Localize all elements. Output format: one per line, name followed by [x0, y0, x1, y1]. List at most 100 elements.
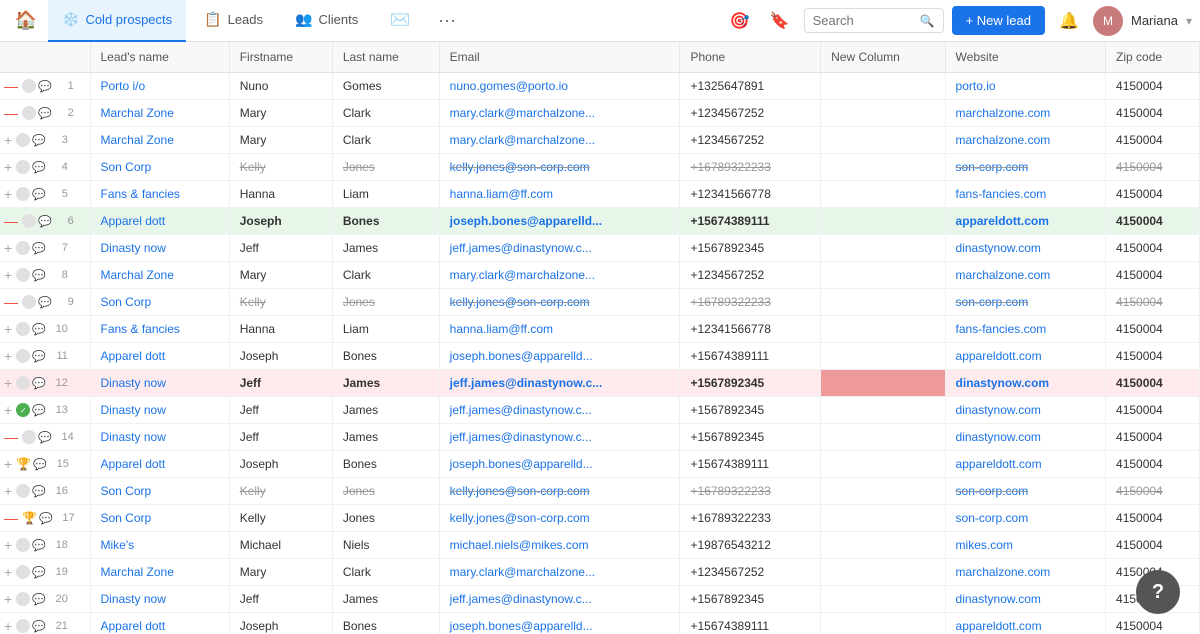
add-icon[interactable]: + — [4, 321, 12, 337]
email-link[interactable]: joseph.bones@apparelld... — [450, 214, 602, 228]
lead-name-link[interactable]: Dinasty now — [101, 241, 166, 255]
website-link[interactable]: appareldott.com — [956, 349, 1042, 363]
lead-name-link[interactable]: Porto i/o — [101, 79, 146, 93]
website-link[interactable]: marchalzone.com — [956, 565, 1051, 579]
home-button[interactable]: 🏠 — [8, 3, 44, 39]
lead-name-link[interactable]: Apparel dott — [101, 214, 166, 228]
email-link[interactable]: michael.niels@mikes.com — [450, 538, 589, 552]
remove-icon[interactable]: — — [4, 213, 18, 229]
chat-icon-inactive[interactable]: 💬 — [32, 593, 46, 606]
add-icon[interactable]: + — [4, 267, 12, 283]
chat-icon[interactable]: 💬 — [32, 323, 46, 336]
new-lead-button[interactable]: + New lead — [952, 6, 1045, 35]
col-website[interactable]: Website — [945, 42, 1105, 73]
website-link[interactable]: dinastynow.com — [956, 592, 1041, 606]
lead-name-link[interactable]: Mike's — [101, 538, 135, 552]
email-link[interactable]: jeff.james@dinastynow.c... — [450, 376, 603, 390]
add-icon[interactable]: + — [4, 348, 12, 364]
chat-icon[interactable]: 💬 — [39, 512, 53, 525]
lead-name-link[interactable]: Fans & fancies — [101, 322, 180, 336]
col-new-column[interactable]: New Column — [821, 42, 945, 73]
email-link[interactable]: mary.clark@marchalzone... — [450, 565, 595, 579]
lead-name-link[interactable]: Marchal Zone — [101, 133, 174, 147]
help-button[interactable]: ? — [1136, 570, 1180, 614]
remove-icon[interactable]: — — [4, 294, 18, 310]
email-link[interactable]: kelly.jones@son-corp.com — [450, 484, 590, 498]
user-name[interactable]: Mariana — [1131, 13, 1178, 28]
email-link[interactable]: mary.clark@marchalzone... — [450, 133, 595, 147]
remove-icon[interactable]: — — [4, 510, 18, 526]
website-link[interactable]: son-corp.com — [956, 160, 1029, 174]
email-link[interactable]: jeff.james@dinastynow.c... — [450, 592, 592, 606]
chat-icon-inactive[interactable]: 💬 — [32, 350, 46, 363]
chat-icon-inactive[interactable]: 💬 — [32, 620, 46, 633]
chat-icon-inactive[interactable]: 💬 — [32, 161, 46, 174]
add-icon[interactable]: + — [4, 375, 12, 391]
col-firstname[interactable]: Firstname — [229, 42, 332, 73]
website-link[interactable]: son-corp.com — [956, 511, 1029, 525]
bookmark-icon-button[interactable]: 🔖 — [764, 5, 796, 37]
website-link[interactable]: appareldott.com — [956, 619, 1042, 633]
email-link[interactable]: hanna.liam@ff.com — [450, 322, 553, 336]
email-link[interactable]: jeff.james@dinastynow.c... — [450, 430, 592, 444]
search-box[interactable]: 🔍 — [804, 8, 944, 33]
email-link[interactable]: mary.clark@marchalzone... — [450, 268, 595, 282]
lead-name-link[interactable]: Apparel dott — [101, 457, 166, 471]
lead-name-link[interactable]: Marchal Zone — [101, 106, 174, 120]
email-link[interactable]: kelly.jones@son-corp.com — [450, 295, 590, 309]
add-icon[interactable]: + — [4, 159, 12, 175]
chat-icon-inactive[interactable]: 💬 — [38, 215, 52, 228]
add-icon[interactable]: + — [4, 402, 12, 418]
email-link[interactable]: joseph.bones@apparelld... — [450, 457, 593, 471]
remove-icon[interactable]: — — [4, 429, 18, 445]
chat-icon-inactive[interactable]: 💬 — [38, 296, 52, 309]
add-icon[interactable]: + — [4, 537, 12, 553]
remove-icon[interactable]: — — [4, 78, 18, 94]
lead-name-link[interactable]: Dinasty now — [101, 430, 166, 444]
add-icon[interactable]: + — [4, 456, 12, 472]
user-avatar[interactable]: M — [1093, 6, 1123, 36]
notification-bell-button[interactable]: 🔔 — [1053, 5, 1085, 37]
website-link[interactable]: dinastynow.com — [956, 403, 1041, 417]
website-link[interactable]: marchalzone.com — [956, 133, 1051, 147]
tab-clients[interactable]: 👥 Clients — [281, 0, 372, 42]
lead-name-link[interactable]: Son Corp — [101, 484, 152, 498]
target-icon-button[interactable]: 🎯 — [724, 5, 756, 37]
email-link[interactable]: jeff.james@dinastynow.c... — [450, 241, 592, 255]
lead-name-link[interactable]: Dinasty now — [101, 376, 166, 390]
col-lead-name[interactable]: Lead's name — [90, 42, 229, 73]
lead-name-link[interactable]: Apparel dott — [101, 349, 166, 363]
website-link[interactable]: dinastynow.com — [956, 430, 1041, 444]
chat-icon[interactable]: 💬 — [32, 188, 46, 201]
chat-icon[interactable]: 💬 — [32, 134, 46, 147]
website-link[interactable]: son-corp.com — [956, 295, 1029, 309]
website-link[interactable]: marchalzone.com — [956, 106, 1051, 120]
search-input[interactable] — [813, 13, 914, 28]
add-icon[interactable]: + — [4, 564, 12, 580]
add-icon[interactable]: + — [4, 240, 12, 256]
chat-icon-inactive[interactable]: 💬 — [32, 539, 46, 552]
col-phone[interactable]: Phone — [680, 42, 821, 73]
chat-icon-inactive[interactable]: 💬 — [32, 566, 46, 579]
website-link[interactable]: fans-fancies.com — [956, 322, 1047, 336]
lead-name-link[interactable]: Son Corp — [101, 295, 152, 309]
website-link[interactable]: marchalzone.com — [956, 268, 1051, 282]
email-link[interactable]: joseph.bones@apparelld... — [450, 349, 593, 363]
col-email[interactable]: Email — [439, 42, 680, 73]
chat-icon[interactable]: 💬 — [32, 485, 46, 498]
tab-leads[interactable]: 📋 Leads — [190, 0, 277, 42]
lead-name-link[interactable]: Son Corp — [101, 511, 152, 525]
chat-icon[interactable]: 💬 — [38, 80, 52, 93]
website-link[interactable]: appareldott.com — [956, 214, 1049, 228]
col-zip[interactable]: Zip code — [1106, 42, 1200, 73]
add-icon[interactable]: + — [4, 618, 12, 634]
website-link[interactable]: porto.io — [956, 79, 996, 93]
email-link[interactable]: nuno.gomes@porto.io — [450, 79, 568, 93]
chat-icon-inactive[interactable]: 💬 — [32, 404, 46, 417]
website-link[interactable]: dinastynow.com — [956, 376, 1050, 390]
email-link[interactable]: hanna.liam@ff.com — [450, 187, 553, 201]
lead-name-link[interactable]: Apparel dott — [101, 619, 166, 633]
lead-name-link[interactable]: Dinasty now — [101, 592, 166, 606]
user-dropdown-chevron[interactable]: ▾ — [1186, 14, 1192, 28]
lead-name-link[interactable]: Dinasty now — [101, 403, 166, 417]
